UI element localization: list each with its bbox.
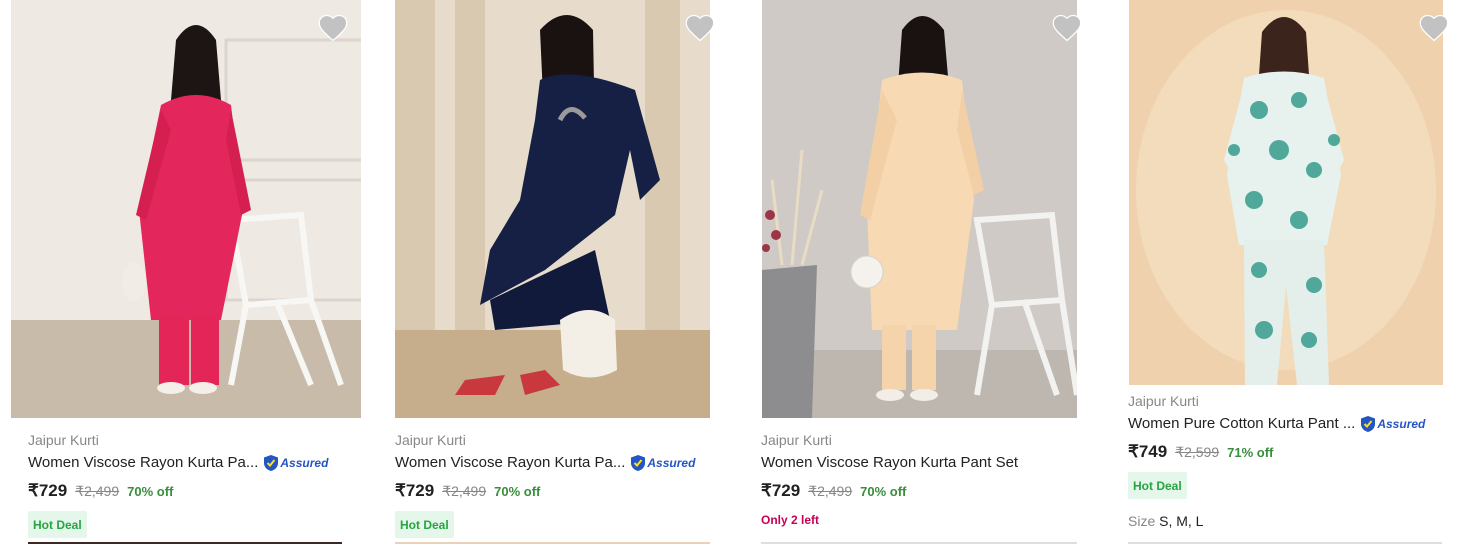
heart-icon	[1052, 14, 1082, 42]
product-info: Jaipur Kurti Women Viscose Rayon Kurta P…	[761, 431, 1081, 527]
original-price: ₹2,499	[75, 483, 120, 499]
brand-name: Jaipur Kurti	[28, 432, 99, 448]
discount-percent: 70% off	[127, 484, 174, 499]
wishlist-button[interactable]	[1052, 14, 1082, 42]
product-info: Jaipur Kurti Women Viscose Rayon Kurta P…	[395, 431, 715, 538]
wishlist-button[interactable]	[1419, 14, 1449, 42]
product-image[interactable]	[11, 0, 361, 418]
hot-deal-badge: Hot Deal	[28, 511, 87, 538]
hot-deal-badge: Hot Deal	[395, 511, 454, 538]
selling-price: ₹729	[761, 481, 801, 500]
brand-name: Jaipur Kurti	[1128, 393, 1199, 409]
original-price: ₹2,599	[1175, 444, 1220, 460]
size-options: Size S, M, L	[1128, 513, 1448, 529]
heart-icon	[318, 14, 348, 42]
product-image[interactable]	[395, 0, 710, 418]
size-values: S, M, L	[1159, 513, 1204, 529]
assured-badge: Assured	[630, 454, 695, 472]
product-info: Jaipur Kurti Women Viscose Rayon Kurta P…	[28, 431, 358, 538]
heart-icon	[1419, 14, 1449, 42]
brand-name: Jaipur Kurti	[761, 432, 832, 448]
assured-label: Assured	[280, 456, 329, 470]
product-image[interactable]	[1129, 0, 1443, 385]
product-image[interactable]	[762, 0, 1077, 418]
discount-percent: 70% off	[860, 484, 907, 499]
wishlist-button[interactable]	[685, 14, 715, 42]
heart-icon	[685, 14, 715, 42]
assured-badge: Assured	[263, 454, 328, 472]
shield-check-icon	[631, 455, 646, 471]
assured-label: Assured	[1377, 417, 1426, 431]
assured-badge: Assured	[1360, 415, 1425, 433]
product-info: Jaipur Kurti Women Pure Cotton Kurta Pan…	[1128, 392, 1448, 529]
original-price: ₹2,499	[808, 483, 853, 499]
selling-price: ₹749	[1128, 442, 1168, 461]
size-label: Size	[1128, 513, 1156, 529]
wishlist-button[interactable]	[318, 14, 348, 42]
discount-percent: 70% off	[494, 484, 541, 499]
stock-warning: Only 2 left	[761, 513, 820, 527]
product-title[interactable]: Women Viscose Rayon Kurta Pant Set	[761, 453, 1018, 473]
product-title[interactable]: Women Viscose Rayon Kurta Pa...	[28, 453, 258, 473]
selling-price: ₹729	[395, 481, 435, 500]
hot-deal-badge: Hot Deal	[1128, 472, 1187, 499]
product-title[interactable]: Women Pure Cotton Kurta Pant ...	[1128, 414, 1355, 434]
selling-price: ₹729	[28, 481, 68, 500]
shield-check-icon	[1361, 416, 1376, 432]
discount-percent: 71% off	[1227, 445, 1274, 460]
original-price: ₹2,499	[442, 483, 487, 499]
shield-check-icon	[264, 455, 279, 471]
product-title[interactable]: Women Viscose Rayon Kurta Pa...	[395, 453, 625, 473]
brand-name: Jaipur Kurti	[395, 432, 466, 448]
assured-label: Assured	[647, 456, 696, 470]
